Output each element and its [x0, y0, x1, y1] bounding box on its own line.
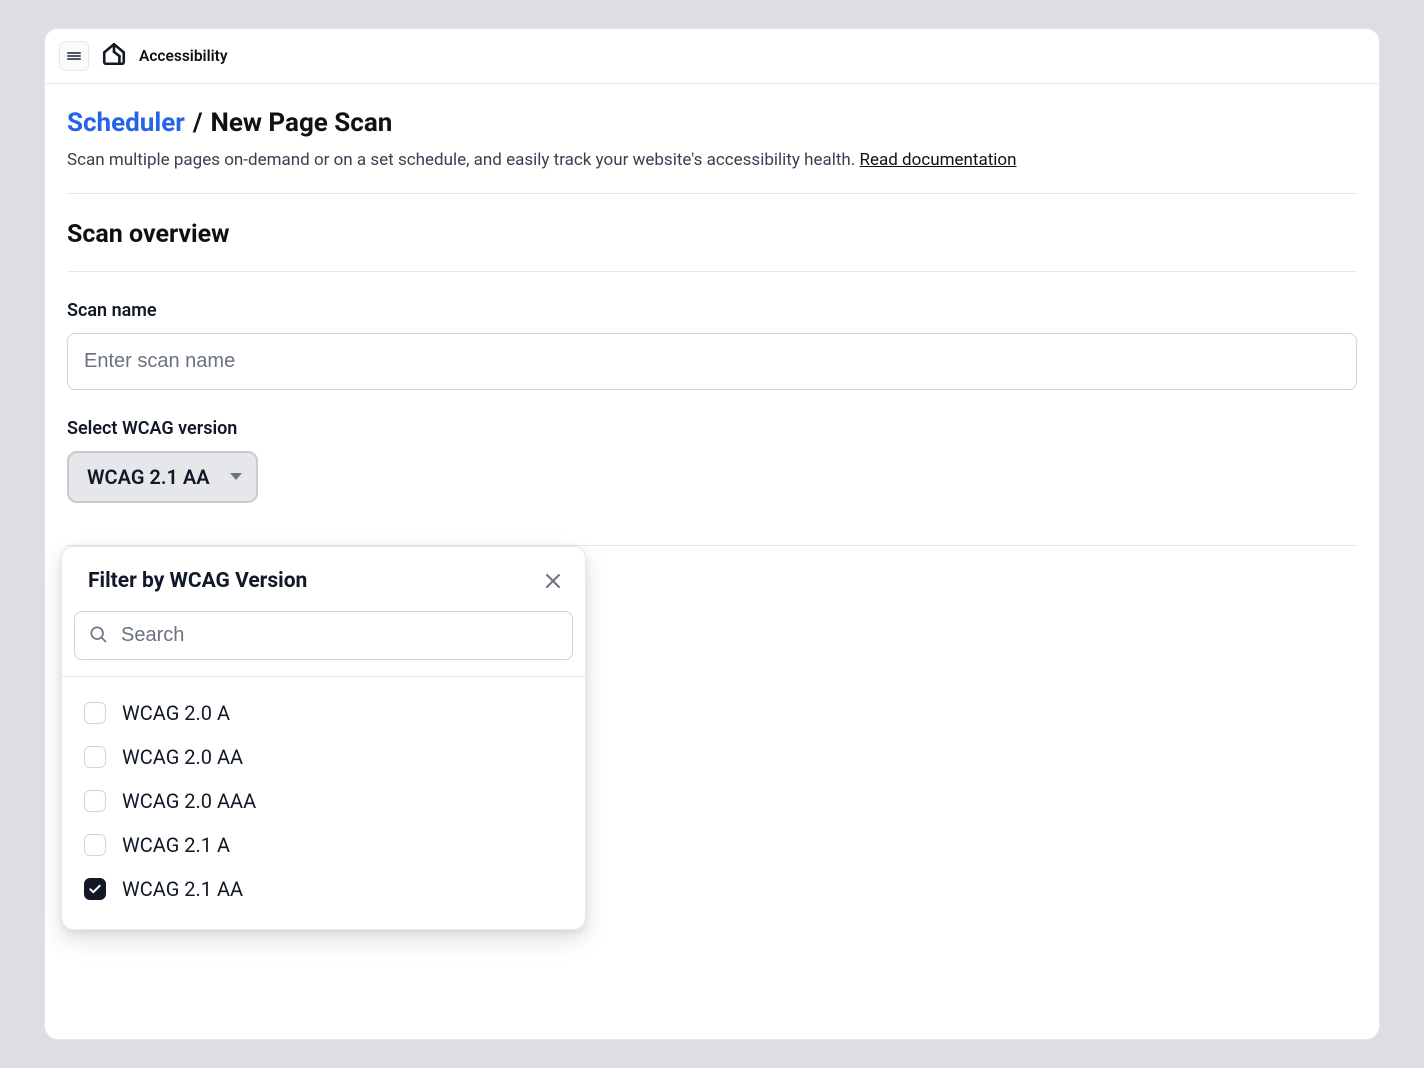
option-label: WCAG 2.0 A	[122, 701, 230, 725]
option-label: WCAG 2.1 A	[122, 833, 230, 857]
close-button[interactable]	[539, 567, 567, 595]
app-header: Accessibility	[45, 29, 1379, 84]
app-panel: Accessibility Scheduler / New Page Scan …	[44, 28, 1380, 1040]
wcag-version-selected-value: WCAG 2.1 AA	[87, 465, 210, 489]
brand-icon	[101, 41, 127, 71]
checkbox[interactable]	[84, 878, 106, 900]
wcag-option[interactable]: WCAG 2.0 A	[82, 691, 565, 735]
option-label: WCAG 2.0 AA	[122, 745, 243, 769]
scan-name-label: Scan name	[67, 300, 1357, 321]
section-title: Scan overview	[67, 220, 1357, 249]
app-title: Accessibility	[139, 47, 228, 65]
wcag-version-label: Select WCAG version	[67, 418, 1357, 439]
checkbox[interactable]	[84, 834, 106, 856]
scan-name-field: Scan name	[67, 300, 1357, 390]
option-label: WCAG 2.1 AA	[122, 877, 243, 901]
wcag-filter-dropdown: Filter by WCAG Version WCAG 2.0 AWCAG 2.…	[61, 546, 586, 930]
content: Scheduler / New Page Scan Scan multiple …	[45, 84, 1379, 1039]
search-icon	[88, 624, 108, 648]
search-input[interactable]	[74, 611, 573, 660]
menu-icon	[67, 50, 81, 61]
dropdown-header: Filter by WCAG Version	[62, 547, 585, 605]
breadcrumb-current: New Page Scan	[210, 108, 392, 138]
checkbox[interactable]	[84, 746, 106, 768]
page-description: Scan multiple pages on-demand or on a se…	[67, 148, 1357, 173]
dropdown-title: Filter by WCAG Version	[88, 569, 307, 593]
breadcrumb: Scheduler / New Page Scan	[67, 108, 1357, 138]
option-label: WCAG 2.0 AAA	[122, 789, 256, 813]
documentation-link[interactable]: Read documentation	[860, 150, 1017, 170]
search-wrap	[62, 605, 585, 676]
description-text: Scan multiple pages on-demand or on a se…	[67, 150, 860, 170]
options-list: WCAG 2.0 A WCAG 2.0 AA WCAG 2.0 AAA WCAG 2.…	[62, 677, 585, 929]
scan-name-input[interactable]	[67, 333, 1357, 390]
divider	[67, 193, 1357, 194]
wcag-option[interactable]: WCAG 2.0 AAA	[82, 779, 565, 823]
breadcrumb-separator: /	[193, 108, 203, 138]
close-icon	[545, 573, 561, 589]
menu-button[interactable]	[59, 41, 89, 71]
divider	[67, 271, 1357, 272]
breadcrumb-scheduler-link[interactable]: Scheduler	[67, 108, 185, 138]
checkbox[interactable]	[84, 790, 106, 812]
wcag-option[interactable]: WCAG 2.1 A	[82, 823, 565, 867]
wcag-version-select[interactable]: WCAG 2.1 AA	[67, 451, 258, 503]
check-icon	[88, 882, 102, 896]
checkbox[interactable]	[84, 702, 106, 724]
wcag-option[interactable]: WCAG 2.0 AA	[82, 735, 565, 779]
chevron-down-icon	[230, 473, 242, 480]
wcag-version-field: Select WCAG version WCAG 2.1 AA	[67, 418, 1357, 503]
wcag-option[interactable]: WCAG 2.1 AA	[82, 867, 565, 911]
